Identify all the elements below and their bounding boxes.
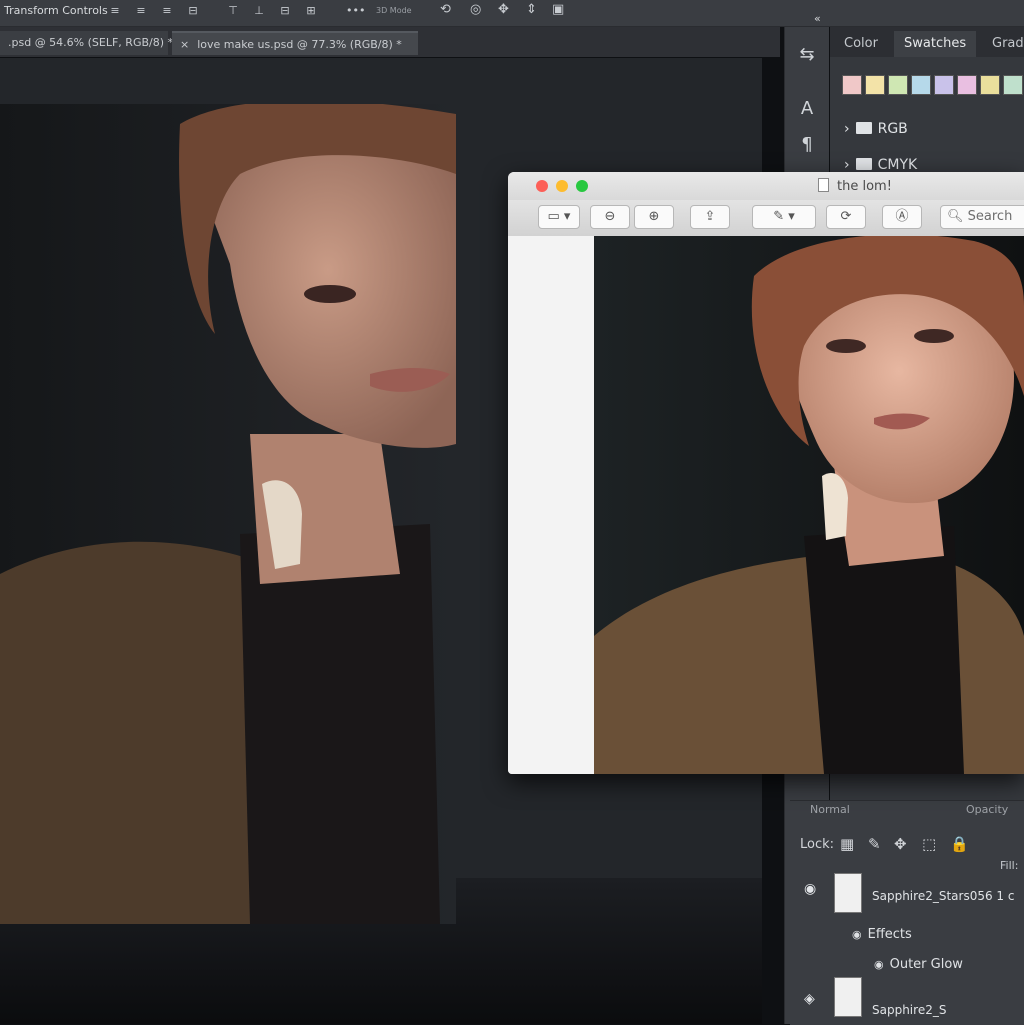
folder-icon (855, 158, 872, 170)
tab-color[interactable]: Color (834, 31, 888, 57)
search-field[interactable]: 🔍︎ Search (940, 205, 1024, 229)
align-top-icon[interactable]: ≡ (108, 4, 122, 18)
search-icon: 🔍︎ (947, 209, 964, 224)
chevron-right-icon: › (844, 121, 850, 137)
distribute-bottom-icon[interactable]: ⊟ (278, 4, 292, 18)
lock-image-pixels-icon[interactable]: ✎ (868, 835, 881, 853)
swatch-folder-cmyk-label: CMYK (877, 157, 918, 173)
lock-all-icon[interactable]: 🔒 (950, 835, 969, 853)
panel-tab-bar: Color Swatches Grad (830, 27, 1024, 57)
chevron-right-icon: › (844, 157, 850, 173)
color-swatch[interactable] (888, 75, 908, 95)
history-icon[interactable]: ⇆ (795, 43, 819, 67)
markup-toolbar-button[interactable]: Ⓐ (882, 205, 922, 229)
preview-titlebar[interactable]: the lom! (508, 172, 1024, 200)
slide-3d-icon[interactable]: ⇕ (526, 2, 537, 17)
outer-glow-label: Outer Glow (889, 957, 963, 972)
roll-3d-icon[interactable]: ◎ (470, 2, 481, 17)
eye-icon[interactable]: ◉ (874, 958, 884, 971)
layers-panel: Normal Opacity Lock: ▦ ✎ ✥ ⬚ 🔒 Fill: ◉ S… (790, 800, 1024, 1025)
window-maximize-button[interactable] (576, 180, 588, 192)
preview-title-text: the lom! (837, 179, 892, 194)
window-minimize-button[interactable] (556, 180, 568, 192)
preview-window-title: the lom! (818, 178, 892, 194)
document-icon (818, 178, 829, 192)
effects-label: Effects (867, 927, 912, 942)
transform-controls-label[interactable]: Transform Controls (4, 4, 108, 17)
distribute-left-icon[interactable]: ⊞ (304, 4, 318, 18)
orbit-3d-icon[interactable]: ⟲ (440, 2, 451, 17)
swatch-folder-rgb-label: RGB (877, 121, 908, 137)
more-options-icon[interactable]: ••• (346, 4, 365, 18)
zoom-in-button[interactable]: ⊕ (634, 205, 674, 229)
color-swatch[interactable] (1003, 75, 1023, 95)
preview-toolbar: ▭ ▾ ⊖ ⊕ ⇪ ✎ ▾ ⟳ Ⓐ 🔍︎ Search (508, 200, 1024, 237)
search-placeholder: Search (967, 209, 1013, 224)
align-bottom-icon[interactable]: ≡ (160, 4, 174, 18)
layer-effects-row[interactable]: ◉ Effects (852, 927, 912, 942)
color-swatch[interactable] (842, 75, 862, 95)
swatch-folder-cmyk[interactable]: › CMYK (844, 157, 917, 173)
close-tab-icon[interactable]: × (180, 33, 189, 57)
folder-icon (855, 122, 872, 134)
canvas-portrait-illustration (0, 104, 456, 924)
document-tab-1[interactable]: .psd @ 54.6% (SELF, RGB/8) * (0, 31, 173, 55)
outer-glow-row[interactable]: ◉ Outer Glow (874, 957, 963, 972)
tab-gradients[interactable]: Grad (982, 31, 1024, 57)
scale-3d-icon[interactable]: ▣ (552, 2, 564, 17)
character-icon[interactable]: A (795, 97, 819, 121)
rotate-button[interactable]: ⟳ (826, 205, 866, 229)
share-button[interactable]: ⇪ (690, 205, 730, 229)
options-bar: Transform Controls ≡ ≡ ≡ ⊟ ⊤ ⊥ ⊟ ⊞ ••• 3… (0, 0, 1024, 27)
sidebar-toggle-button[interactable]: ▭ ▾ (538, 205, 580, 229)
color-swatch[interactable] (911, 75, 931, 95)
color-swatch[interactable] (865, 75, 885, 95)
opacity-label: Opacity (966, 803, 1009, 816)
preview-image[interactable] (594, 236, 1024, 774)
swatch-folder-rgb[interactable]: › RGB (844, 121, 908, 137)
layer-name: Sapphire2_Stars056 1 c (872, 889, 1015, 903)
color-swatch[interactable] (980, 75, 1000, 95)
align-left-icon[interactable]: ⊟ (186, 4, 200, 18)
eye-icon[interactable]: ◈ (804, 991, 815, 1007)
lock-label: Lock: (800, 837, 835, 852)
3d-mode-label: 3D Mode (376, 6, 412, 15)
eye-icon[interactable]: ◉ (852, 928, 862, 941)
collapse-panels-icon[interactable]: « (814, 12, 821, 25)
fill-label: Fill: (1000, 859, 1019, 872)
layer-thumbnail (834, 977, 862, 1017)
lock-artboard-icon[interactable]: ⬚ (922, 835, 936, 853)
preview-portrait-illustration (594, 236, 1024, 774)
align-middle-icon[interactable]: ≡ (134, 4, 148, 18)
zoom-out-button[interactable]: ⊖ (590, 205, 630, 229)
lock-position-icon[interactable]: ✥ (894, 835, 907, 853)
blend-mode-select[interactable]: Normal (810, 803, 850, 816)
document-tab-2-label: love make us.psd @ 77.3% (RGB/8) * (197, 38, 402, 51)
preview-window: the lom! ▭ ▾ ⊖ ⊕ ⇪ ✎ ▾ ⟳ Ⓐ 🔍︎ Search (508, 172, 1024, 774)
drag-3d-icon[interactable]: ✥ (498, 2, 509, 17)
distribute-top-icon[interactable]: ⊤ (226, 4, 240, 18)
paragraph-icon[interactable]: ¶ (795, 133, 819, 157)
color-swatch[interactable] (957, 75, 977, 95)
window-close-button[interactable] (536, 180, 548, 192)
layer-thumbnail (834, 873, 862, 913)
document-tab-bar: .psd @ 54.6% (SELF, RGB/8) * × love make … (0, 27, 780, 57)
markup-pen-button[interactable]: ✎ ▾ (752, 205, 816, 229)
document-tab-1-label: .psd @ 54.6% (SELF, RGB/8) * (8, 36, 174, 49)
distribute-middle-icon[interactable]: ⊥ (252, 4, 266, 18)
document-tab-2[interactable]: × love make us.psd @ 77.3% (RGB/8) * (172, 31, 418, 55)
tab-swatches[interactable]: Swatches (894, 31, 977, 57)
eye-icon[interactable]: ◉ (804, 881, 816, 897)
color-swatch[interactable] (934, 75, 954, 95)
canvas-image[interactable] (0, 104, 456, 924)
lock-transparent-pixels-icon[interactable]: ▦ (840, 835, 854, 853)
preview-sidebar[interactable] (508, 236, 595, 774)
layer-name: Sapphire2_S (872, 1003, 947, 1017)
